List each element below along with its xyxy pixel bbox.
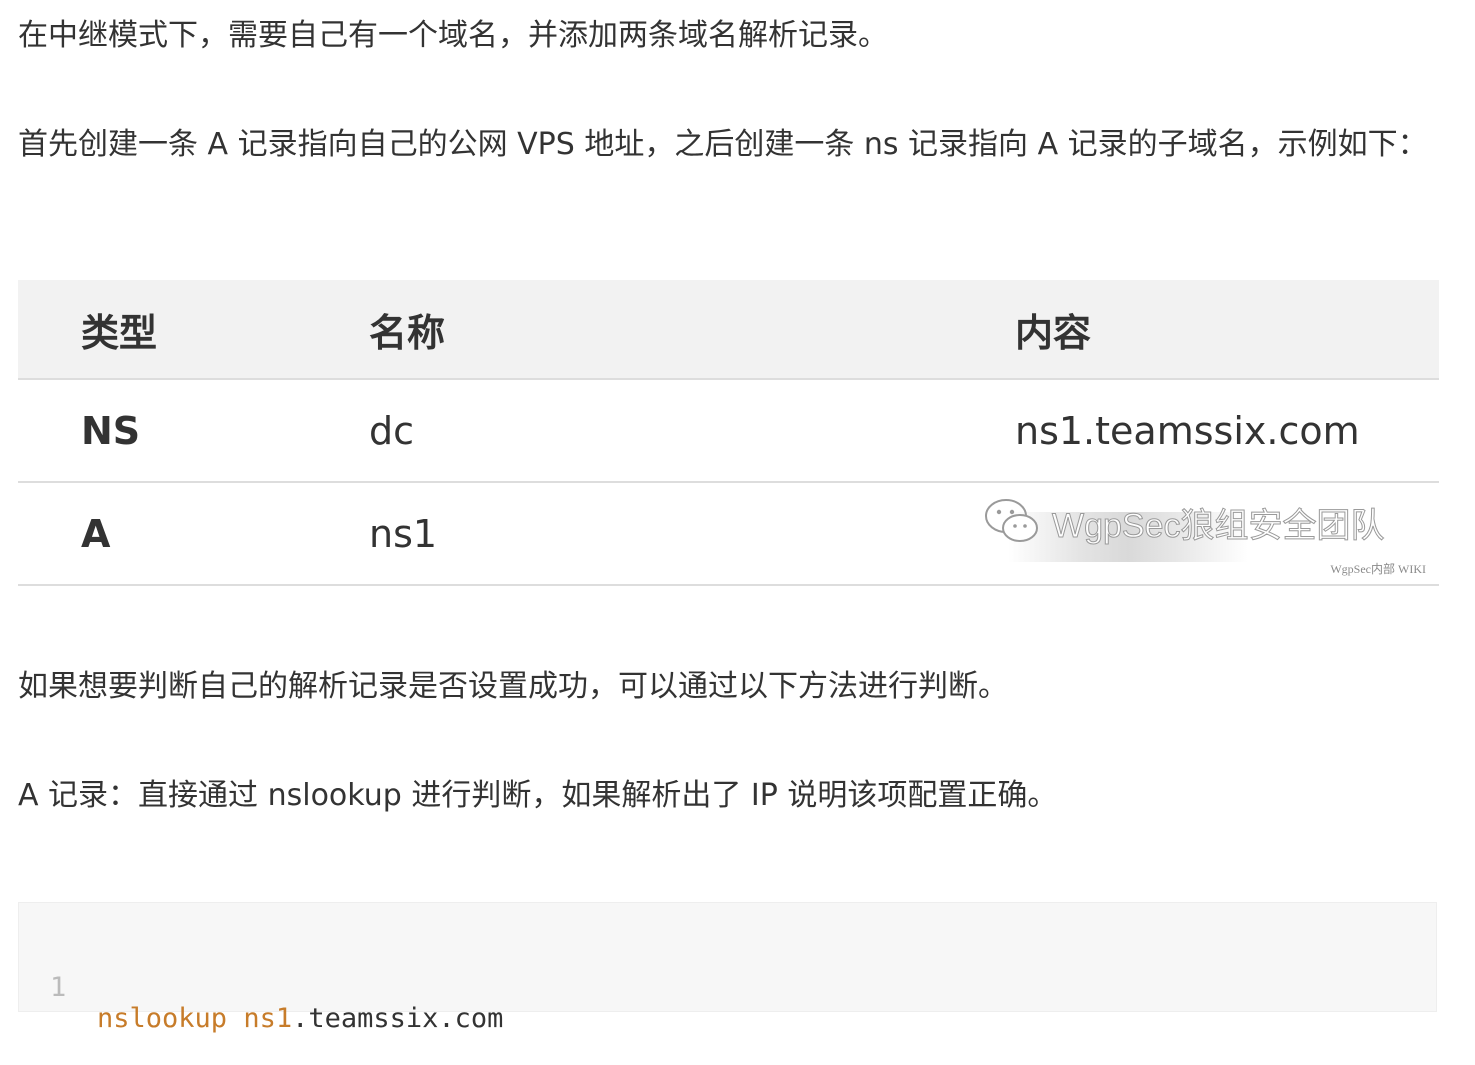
code-text: nslookup ns1.teamssix.com [97,1003,503,1034]
cell-type: NS [18,379,369,483]
cell-type: A [18,482,369,586]
code-line: 1 nslookup ns1.teamssix.com [19,941,503,1065]
table-row: NS dc ns1.teamssix.com [18,379,1439,483]
table-row: A ns1 [18,482,1439,586]
code-command: nslookup [97,1003,228,1034]
cell-name: dc [369,379,1015,483]
verification-paragraph: 如果想要判断自己的解析记录是否设置成功，可以通过以下方法进行判断。 [18,669,1008,704]
cell-content: ns1.teamssix.com [1015,379,1439,483]
table-header-row: 类型 名称 内容 [18,280,1439,380]
code-arg-highlight: ns1 [243,1003,293,1034]
cell-content [1015,482,1439,586]
code-block: 1 nslookup ns1.teamssix.com [18,902,1437,1034]
header-name: 名称 [369,280,1015,380]
cell-name: ns1 [369,482,1015,586]
a-record-paragraph: A 记录：直接通过 nslookup 进行判断，如果解析出了 IP 说明该项配置… [18,778,1058,813]
code-arg-rest: .teamssix.com [292,1003,504,1034]
intro-paragraph: 在中继模式下，需要自己有一个域名，并添加两条域名解析记录。 [18,18,888,53]
header-content: 内容 [1015,280,1439,380]
instruction-paragraph: 首先创建一条 A 记录指向自己的公网 VPS 地址，之后创建一条 ns 记录指向… [18,127,1428,162]
header-type: 类型 [18,280,369,380]
dns-records-table: 类型 名称 内容 NS dc ns1.teamssix.com A ns1 [18,280,1439,586]
line-number: 1 [50,972,67,1003]
